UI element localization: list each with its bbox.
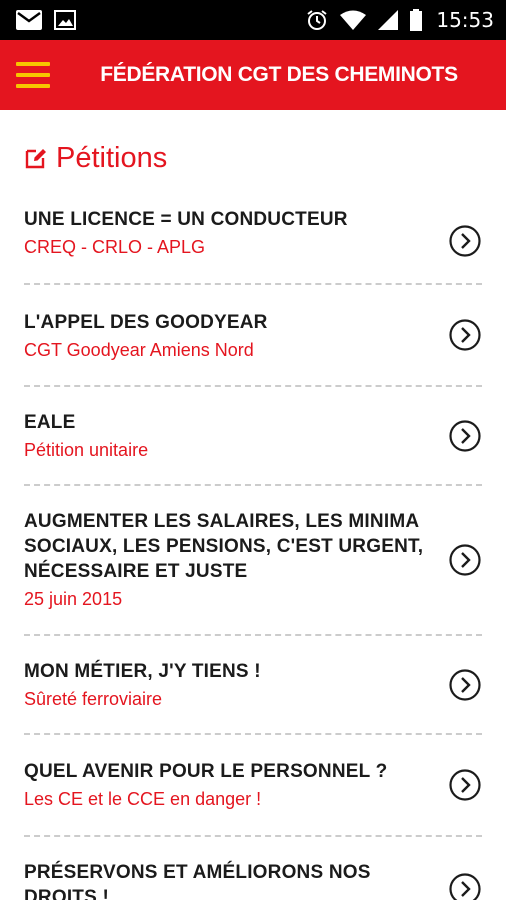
hamburger-menu-icon[interactable] (16, 62, 50, 88)
wifi-icon (340, 10, 367, 30)
petition-title: L'APPEL DES GOODYEAR (24, 312, 268, 333)
petition-title: PRÉSERVONS ET AMÉLIORONS NOS DROITS ! (24, 862, 371, 900)
status-time: 15:53 (436, 8, 494, 32)
mail-icon (16, 10, 42, 30)
petition-item[interactable]: MON MÉTIER, J'Y TIENS ! Sûreté ferroviair… (24, 636, 482, 735)
petition-subtitle: Les CE et le CCE en danger ! (24, 789, 262, 809)
chevron-right-icon[interactable] (449, 769, 481, 801)
petition-item[interactable]: PRÉSERVONS ET AMÉLIORONS NOS DROITS ! (24, 837, 482, 900)
status-bar: 15:53 (0, 0, 506, 40)
chevron-right-icon[interactable] (449, 872, 481, 900)
petition-title: EALE (24, 412, 76, 433)
signal-icon (378, 10, 399, 30)
petition-title: QUEL AVENIR POUR LE PERSONNEL ? (24, 761, 388, 782)
edit-icon (25, 149, 46, 169)
chevron-right-icon[interactable] (449, 224, 481, 257)
chevron-right-icon[interactable] (449, 319, 481, 351)
petition-subtitle: Pétition unitaire (24, 440, 149, 460)
petition-item[interactable]: AUGMENTER LES SALAIRES, LES MINIMA SOCIA… (24, 486, 482, 636)
petition-title: UNE LICENCE = UN CONDUCTEUR (24, 209, 348, 230)
battery-icon (410, 9, 423, 31)
petition-item[interactable]: EALE Pétition unitaire (24, 387, 482, 486)
section-header: Pétitions (0, 110, 506, 198)
petition-title: MON MÉTIER, J'Y TIENS ! (24, 661, 261, 682)
alarm-icon (307, 10, 327, 30)
petition-list: UNE LICENCE = UN CONDUCTEUR CREQ - CRLO -… (0, 198, 506, 900)
app-bar: FÉDÉRATION CGT DES CHEMINOTS (0, 40, 506, 110)
image-icon (54, 10, 76, 30)
app-title: FÉDÉRATION CGT DES CHEMINOTS (100, 63, 458, 86)
chevron-right-icon[interactable] (449, 544, 481, 576)
petition-item[interactable]: L'APPEL DES GOODYEAR CGT Goodyear Amiens … (24, 285, 482, 387)
petition-item[interactable]: UNE LICENCE = UN CONDUCTEUR CREQ - CRLO -… (24, 198, 482, 285)
petition-subtitle: CREQ - CRLO - APLG (24, 237, 206, 257)
chevron-right-icon[interactable] (449, 668, 481, 701)
petition-item[interactable]: QUEL AVENIR POUR LE PERSONNEL ? Les CE et… (24, 735, 482, 837)
petition-title: AUGMENTER LES SALAIRES, LES MINIMA SOCIA… (24, 511, 424, 582)
petition-subtitle: Sûreté ferroviaire (24, 689, 163, 709)
petition-subtitle: 25 juin 2015 (24, 589, 123, 609)
section-title: Pétitions (56, 141, 168, 174)
petition-subtitle: CGT Goodyear Amiens Nord (24, 340, 254, 360)
chevron-right-icon[interactable] (449, 419, 481, 452)
